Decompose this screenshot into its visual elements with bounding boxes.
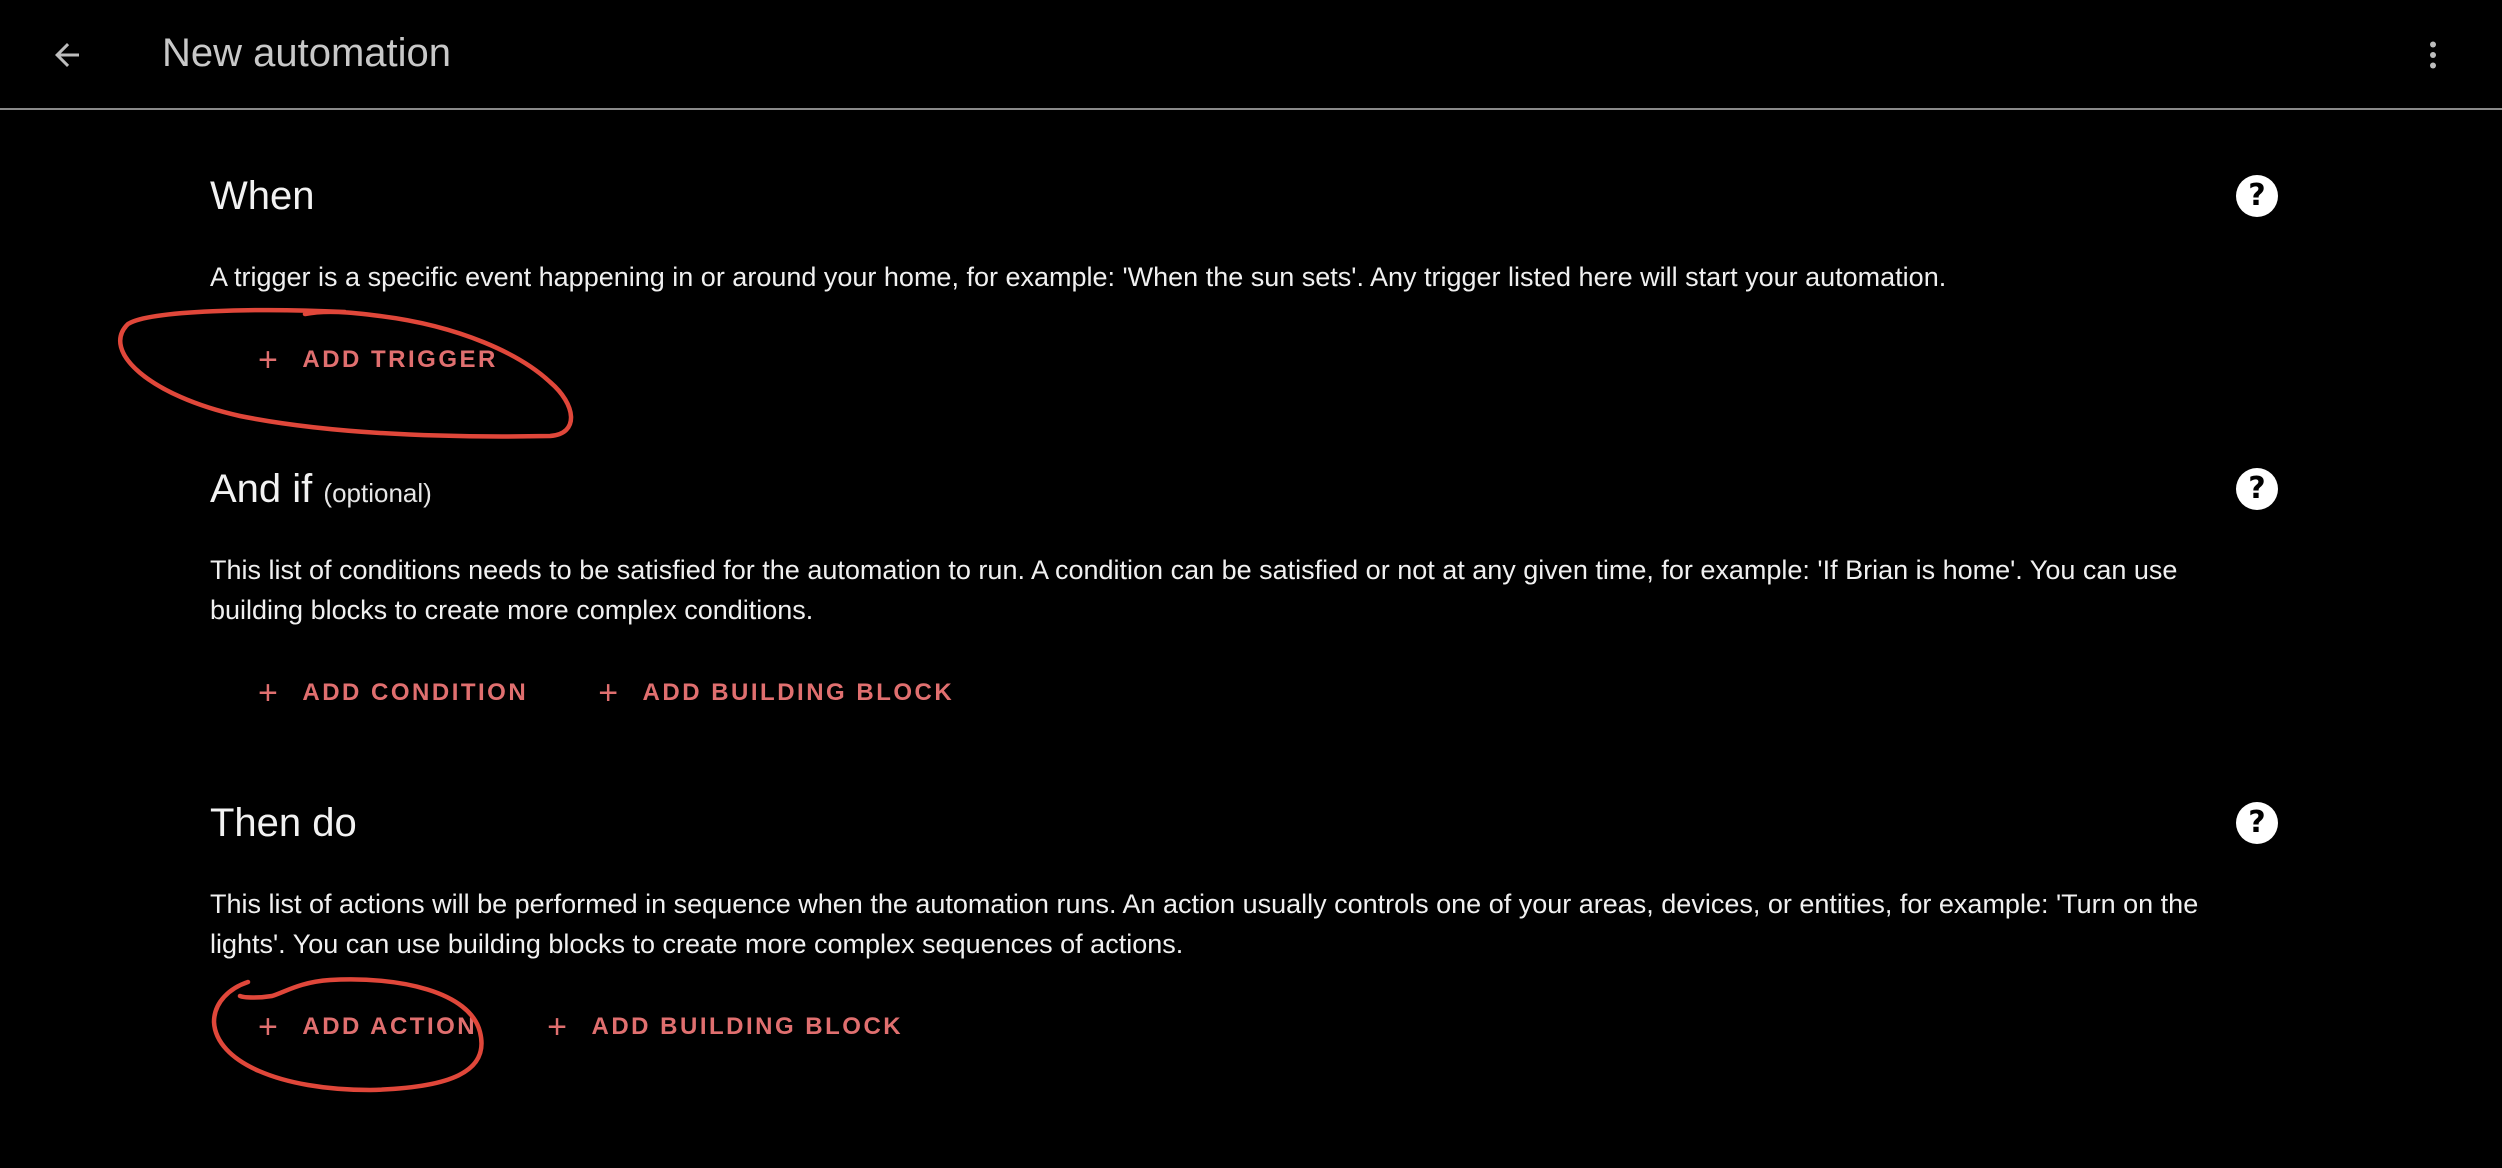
add-action-button[interactable]: + ADD ACTION [238, 1002, 497, 1052]
dots-vertical-icon [2430, 41, 2436, 69]
help-icon[interactable]: ? [2236, 468, 2278, 510]
then-do-section: Then do ? This list of actions will be p… [210, 798, 2278, 1098]
section-heading-then-do: Then do [210, 801, 357, 845]
button-label: ADD TRIGGER [302, 346, 498, 373]
button-label: ADD ACTION [302, 1013, 478, 1040]
section-description-when: A trigger is a specific event happening … [210, 262, 1947, 292]
plus-icon: + [547, 1008, 570, 1046]
button-label: ADD BUILDING BLOCK [591, 1013, 904, 1040]
add-trigger-button[interactable]: + ADD TRIGGER [238, 335, 518, 385]
section-description-and-if: This list of conditions needs to be sati… [210, 555, 2178, 625]
button-label: ADD BUILDING BLOCK [642, 679, 955, 706]
plus-icon: + [258, 341, 281, 379]
add-building-block-button[interactable]: + ADD BUILDING BLOCK [578, 668, 974, 718]
arrow-left-icon [55, 43, 79, 67]
page-title: New automation [162, 31, 452, 75]
help-icon[interactable]: ? [2236, 175, 2278, 217]
add-building-block-button[interactable]: + ADD BUILDING BLOCK [527, 1002, 923, 1052]
when-section: When ? A trigger is a specific event hap… [210, 171, 2278, 451]
top-app-bar: New automation [0, 0, 2502, 110]
help-icon[interactable]: ? [2236, 802, 2278, 844]
heading-text: And if [210, 467, 313, 511]
section-description-then-do: This list of actions will be performed i… [210, 889, 2199, 959]
plus-icon: + [598, 674, 621, 712]
and-if-section: And if (optional) ? This list of conditi… [210, 464, 2278, 764]
optional-label: (optional) [323, 478, 432, 508]
section-heading-when: When [210, 174, 315, 218]
button-label: ADD CONDITION [302, 679, 529, 706]
section-heading-and-if: And if (optional) [210, 464, 2270, 518]
back-button[interactable] [42, 30, 92, 80]
add-condition-button[interactable]: + ADD CONDITION [238, 668, 548, 718]
plus-icon: + [258, 674, 281, 712]
plus-icon: + [258, 1008, 281, 1046]
overflow-menu-button[interactable] [2408, 30, 2458, 80]
